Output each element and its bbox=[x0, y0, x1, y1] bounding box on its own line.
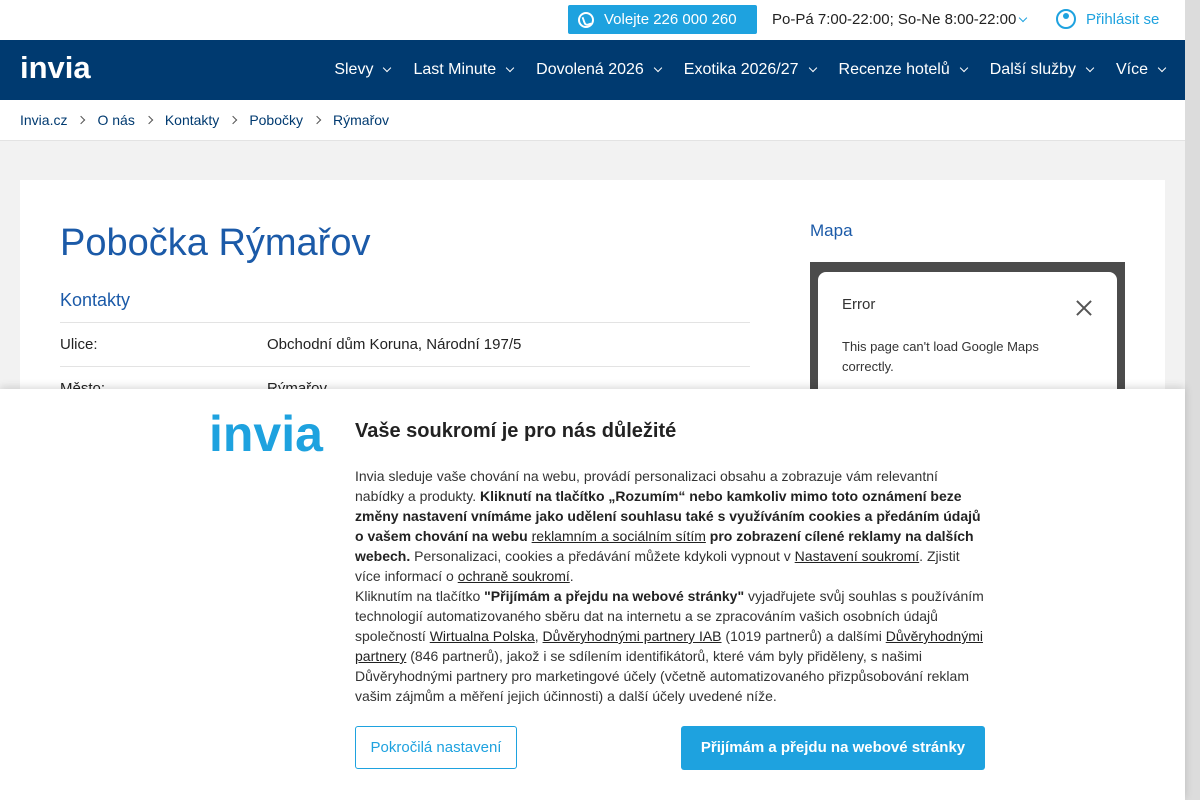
logo-text: invia bbox=[209, 407, 324, 462]
row-value: Obchodní dům Koruna, Národní 197/5 bbox=[267, 336, 522, 353]
nav-label: Více bbox=[1115, 61, 1148, 78]
user-icon bbox=[1056, 9, 1076, 29]
chevron-down-icon bbox=[959, 63, 968, 73]
consent-title: Vaše soukromí je pro nás důležité bbox=[355, 420, 677, 442]
nav-label: Recenze hotelů bbox=[838, 61, 950, 78]
chevron-right-icon bbox=[229, 115, 238, 125]
nav-item-vice[interactable]: Více bbox=[1115, 61, 1167, 79]
consent-paragraph-2: Kliknutím na tlačítko "Přijímám a přejdu… bbox=[355, 586, 987, 706]
text: (846 partnerů), jakož i se sdílením iden… bbox=[355, 648, 969, 704]
text: Personalizaci, cookies a předávání můžet… bbox=[410, 548, 795, 564]
breadcrumb-link[interactable]: Kontakty bbox=[165, 112, 219, 128]
text: . bbox=[569, 568, 574, 584]
close-icon[interactable] bbox=[1076, 300, 1092, 316]
nav-item-dalsi-sluzby[interactable]: Další služby bbox=[989, 61, 1095, 79]
iab-partners-link[interactable]: Důvěryhodnými partnery IAB bbox=[543, 628, 722, 644]
nav-label: Exotika 2026/27 bbox=[683, 61, 799, 78]
consent-text: Invia sleduje vaše chování na webu, prov… bbox=[355, 466, 987, 706]
invia-logo: invia bbox=[209, 407, 324, 462]
breadcrumb-link[interactable]: Pobočky bbox=[249, 112, 303, 128]
chevron-down-icon bbox=[383, 63, 392, 73]
chevron-down-icon bbox=[1157, 63, 1167, 73]
top-bar: Volejte 226 000 260 Po-Pá 7:00-22:00; So… bbox=[0, 0, 1185, 40]
table-row: Ulice: Obchodní dům Koruna, Národní 197/… bbox=[60, 322, 750, 366]
chevron-down-icon bbox=[1019, 13, 1028, 23]
nav-item-recenze[interactable]: Recenze hotelů bbox=[838, 61, 968, 79]
map-error-title: Error bbox=[842, 296, 876, 313]
page-scrollbar[interactable] bbox=[1185, 0, 1200, 800]
chevron-down-icon bbox=[653, 63, 663, 73]
main-navigation: invia Slevy Last Minute Dovolená 2026 Ex… bbox=[0, 40, 1185, 100]
map-error-message: This page can't load Google Maps correct… bbox=[842, 339, 1039, 374]
advanced-settings-button[interactable]: Pokročilá nastavení bbox=[355, 726, 517, 769]
nav-label: Slevy bbox=[334, 61, 374, 78]
row-key: Ulice: bbox=[60, 336, 98, 353]
chevron-right-icon bbox=[144, 115, 154, 125]
breadcrumb-current[interactable]: Rýmařov bbox=[333, 112, 389, 128]
chevron-down-icon bbox=[1085, 63, 1095, 73]
nav-label: Další služby bbox=[989, 61, 1076, 78]
call-button-label: Volejte 226 000 260 bbox=[604, 11, 737, 28]
ad-networks-link[interactable]: reklamním a sociálním sítím bbox=[532, 528, 706, 544]
consent-paragraph-1: Invia sleduje vaše chování na webu, prov… bbox=[355, 466, 987, 586]
breadcrumb: Invia.cz O nás Kontakty Pobočky Rýmařov bbox=[0, 100, 1185, 141]
nav-item-exotika[interactable]: Exotika 2026/27 bbox=[683, 61, 817, 79]
phone-icon bbox=[578, 12, 594, 28]
page-title: Pobočka Rýmařov bbox=[60, 222, 371, 264]
privacy-settings-link[interactable]: Nastavení soukromí bbox=[795, 548, 920, 564]
text: (1019 partnerů) a dalšími bbox=[721, 628, 886, 644]
privacy-protection-link[interactable]: ochraně soukromí bbox=[458, 568, 570, 584]
call-button[interactable]: Volejte 226 000 260 bbox=[568, 5, 757, 34]
opening-hours-dropdown[interactable]: Po-Pá 7:00-22:00; So-Ne 8:00-22:00 bbox=[772, 11, 1028, 28]
nav-label: Last Minute bbox=[413, 61, 497, 78]
text: Kliknutím na tlačítko bbox=[355, 588, 485, 604]
wirtualna-polska-link[interactable]: Wirtualna Polska bbox=[430, 628, 535, 644]
breadcrumb-link[interactable]: O nás bbox=[97, 112, 134, 128]
invia-logo[interactable]: invia bbox=[20, 52, 106, 86]
chevron-down-icon bbox=[808, 63, 817, 73]
nav-item-last-minute[interactable]: Last Minute bbox=[413, 61, 515, 79]
logo-text: invia bbox=[20, 52, 91, 85]
opening-hours-text: Po-Pá 7:00-22:00; So-Ne 8:00-22:00 bbox=[772, 11, 1017, 28]
login-label: Přihlásit se bbox=[1086, 11, 1160, 28]
nav-item-dovolena[interactable]: Dovolená 2026 bbox=[536, 61, 663, 79]
contacts-heading: Kontakty bbox=[60, 290, 131, 310]
nav-label: Dovolená 2026 bbox=[536, 61, 644, 78]
chevron-right-icon bbox=[77, 115, 86, 125]
map-heading: Mapa bbox=[810, 221, 853, 240]
breadcrumb-link[interactable]: Invia.cz bbox=[20, 112, 67, 128]
bold-text: "Přijímám a přejdu na webové stránky" bbox=[484, 588, 745, 604]
chevron-down-icon bbox=[505, 63, 515, 73]
accept-button[interactable]: Přijímám a přejdu na webové stránky bbox=[681, 726, 985, 770]
text: , bbox=[534, 628, 543, 644]
privacy-consent-banner: invia Vaše soukromí je pro nás důležité … bbox=[0, 389, 1185, 800]
login-link[interactable]: Přihlásit se bbox=[1056, 9, 1160, 29]
chevron-right-icon bbox=[312, 115, 322, 125]
nav-item-slevy[interactable]: Slevy bbox=[334, 61, 392, 79]
